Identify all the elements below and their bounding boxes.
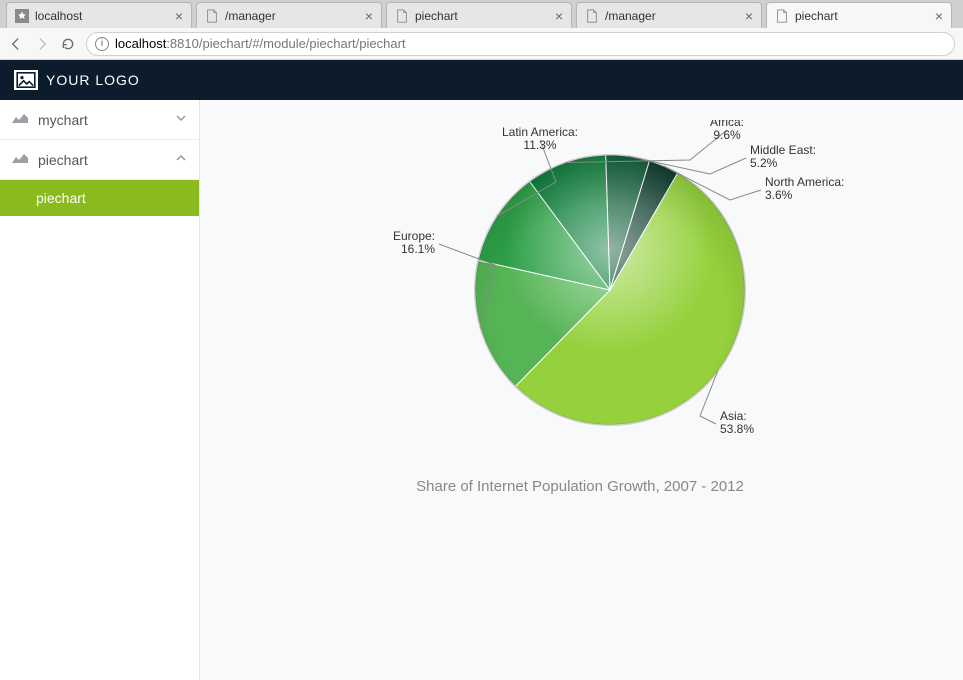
url-host: localhost: [115, 36, 166, 51]
pie-slice-label: Middle East:5.2%: [750, 143, 816, 170]
favicon-page-icon: [205, 9, 219, 23]
browser-tab[interactable]: piechart ×: [766, 2, 952, 28]
url-path: /piechart/#/module/piechart/piechart: [199, 36, 406, 51]
forward-button[interactable]: [34, 36, 50, 52]
tab-label: /manager: [605, 9, 745, 23]
pie-chart: Asia:53.8% Europe:16.1% Latin America:11.3…: [240, 120, 880, 495]
browser-tab[interactable]: /manager ×: [576, 2, 762, 28]
content-pane: Asia:53.8% Europe:16.1% Latin America:11.3…: [200, 100, 963, 680]
favicon-star-icon: [15, 9, 29, 23]
favicon-page-icon: [395, 9, 409, 23]
sidebar-item-label: piechart: [38, 152, 175, 168]
area-chart-icon: [12, 112, 30, 127]
browser-tab[interactable]: localhost ×: [6, 2, 192, 28]
chart-title: Share of Internet Population Growth, 200…: [280, 478, 880, 495]
favicon-page-icon: [585, 9, 599, 23]
close-icon[interactable]: ×: [555, 9, 563, 23]
browser-tab[interactable]: /manager ×: [196, 2, 382, 28]
browser-toolbar: i localhost:8810/piechart/#/module/piech…: [0, 28, 963, 60]
site-info-icon[interactable]: i: [95, 37, 109, 51]
browser-tab[interactable]: piechart ×: [386, 2, 572, 28]
main-area: mychart piechart piechart Asia:53.8% Euro…: [0, 100, 963, 680]
close-icon[interactable]: ×: [365, 9, 373, 23]
tab-label: localhost: [35, 9, 175, 23]
tab-label: piechart: [795, 9, 935, 23]
sidebar-item-label: mychart: [38, 112, 175, 128]
close-icon[interactable]: ×: [745, 9, 753, 23]
pie-slice-label: Europe:16.1%: [393, 229, 435, 256]
pie-slice-label: Asia:53.8%: [720, 409, 754, 436]
app-header: YOUR LOGO: [0, 60, 963, 100]
tab-label: /manager: [225, 9, 365, 23]
chevron-down-icon: [175, 112, 187, 127]
close-icon[interactable]: ×: [935, 9, 943, 23]
area-chart-icon: [12, 152, 30, 167]
browser-tab-strip: localhost × /manager × piechart × /manag…: [0, 0, 963, 28]
sidebar-item-piechart[interactable]: piechart: [0, 140, 199, 180]
sidebar: mychart piechart piechart: [0, 100, 200, 680]
chevron-up-icon: [175, 152, 187, 167]
pie-slice-label: Latin America:11.3%: [502, 125, 578, 152]
reload-button[interactable]: [60, 36, 76, 52]
image-icon: [14, 70, 38, 90]
favicon-page-icon: [775, 9, 789, 23]
sidebar-subitem-piechart[interactable]: piechart: [0, 180, 199, 216]
tab-label: piechart: [415, 9, 555, 23]
app-logo[interactable]: YOUR LOGO: [14, 70, 140, 90]
pie-slice-label: Africa:9.6%: [710, 120, 744, 142]
back-button[interactable]: [8, 36, 24, 52]
pie-slice-label: North America:3.6%: [765, 175, 844, 202]
url-bar[interactable]: i localhost:8810/piechart/#/module/piech…: [86, 32, 955, 56]
sidebar-item-mychart[interactable]: mychart: [0, 100, 199, 140]
logo-text: YOUR LOGO: [46, 72, 140, 88]
sidebar-subitem-label: piechart: [36, 190, 86, 206]
url-port: :8810: [166, 36, 199, 51]
close-icon[interactable]: ×: [175, 9, 183, 23]
